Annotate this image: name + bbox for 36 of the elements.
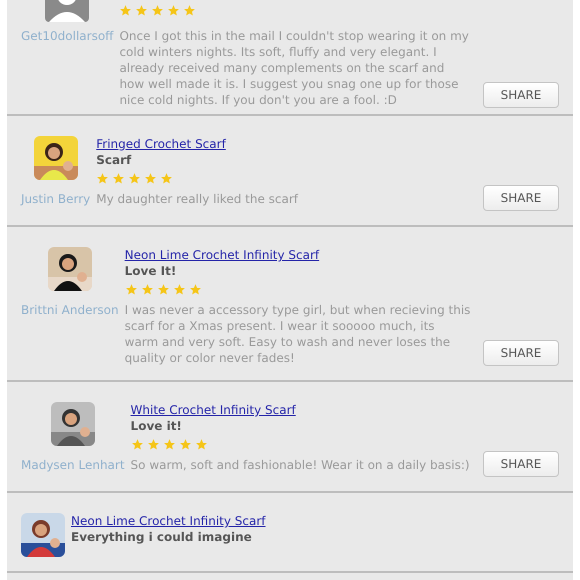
star-icon	[119, 4, 132, 17]
star-icon	[172, 283, 186, 296]
review-title: Love It!	[124, 263, 178, 279]
star-icon	[156, 283, 170, 296]
star-icon	[124, 283, 138, 296]
star-icon	[160, 172, 174, 185]
review-text: I was never a accessory type girl, but when recieving this scarf for a Xmas present. I wear it sooooo much, its warm and very soft. Easy to wash and never loses the quality or color never fades!	[124, 302, 471, 366]
star-icon	[130, 438, 144, 451]
star-icon	[128, 172, 142, 185]
star-icon	[194, 438, 208, 451]
star-icon	[140, 283, 154, 296]
review-title: Love it!	[130, 418, 183, 434]
review-text: My daughter really liked the scarf	[96, 191, 300, 208]
star-icon	[167, 4, 180, 17]
star-icon	[162, 438, 176, 451]
star-icon	[112, 172, 126, 185]
share-button[interactable]: SHARE	[483, 451, 559, 477]
star-icon	[144, 172, 158, 185]
product-link[interactable]: Neon Lime Crochet Infinity Scarf	[124, 247, 320, 263]
star-icon	[96, 172, 110, 185]
product-link[interactable]: White Crochet Infinity Scarf	[130, 402, 296, 418]
review-text: Once I got this in the mail I couldn't stop wearing it on my cold winters nights. Its soft, fluffy and very elegant. I already received many complements on the scarf and how well made it is. I suggest you snag one up for those nice cold nights. If you don't you are a fool. :D	[119, 28, 470, 108]
product-link[interactable]: Neon Lime Crochet Infinity Scarf	[71, 513, 266, 529]
share-button[interactable]: SHARE	[483, 82, 559, 108]
star-icon	[183, 4, 196, 17]
review-text: So warm, soft and fashionable! Wear it on a daily basis:)	[130, 457, 471, 474]
star-icon	[188, 283, 202, 296]
star-icon	[146, 438, 160, 451]
star-icon	[178, 438, 192, 451]
product-link[interactable]: Fringed Crochet Scarf	[96, 136, 226, 152]
star-icon	[135, 4, 148, 17]
share-button[interactable]: SHARE	[483, 340, 559, 366]
review-title: Scarf	[96, 152, 132, 168]
share-button[interactable]: SHARE	[483, 185, 559, 211]
star-icon	[151, 4, 164, 17]
review-title: Everything i could imagine	[71, 529, 253, 545]
